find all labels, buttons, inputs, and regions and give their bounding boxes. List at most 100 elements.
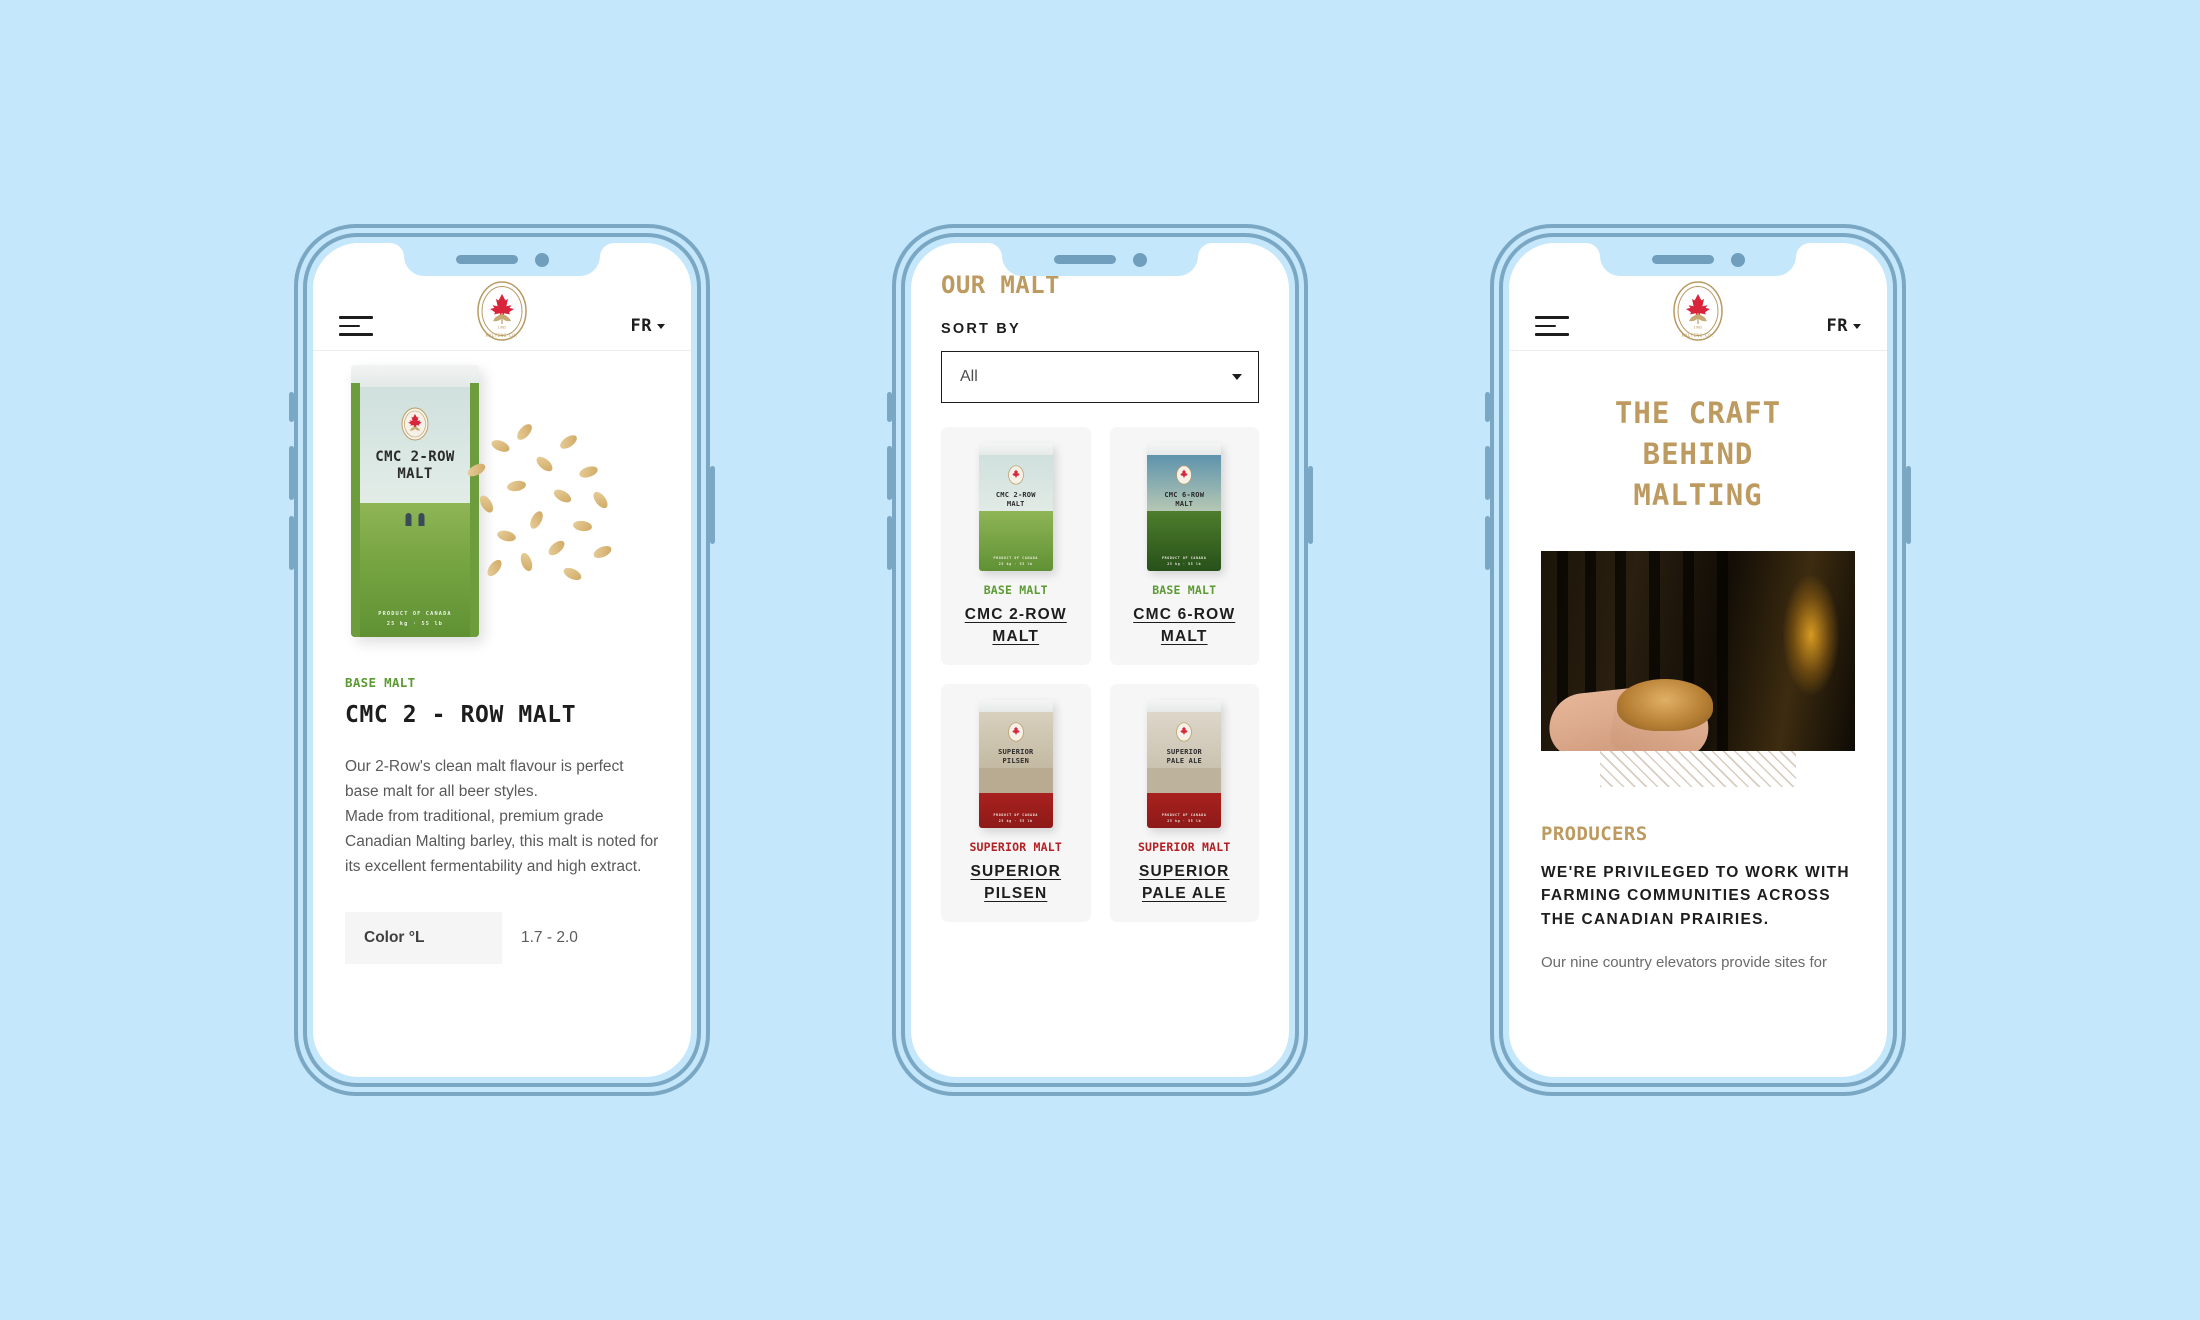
bag-origin-text: PRODUCT OF CANADA 25 kg · 55 lb <box>378 611 452 627</box>
hands-artwork <box>1545 635 1717 751</box>
product-card-image: SUPERIOR PILSEN PRODUCT OF CANADA 25 kg … <box>951 698 1081 830</box>
brand-crest-logo[interactable]: 1902 MALTING CO. <box>1670 280 1726 342</box>
screen-content: THE CRAFT BEHIND MALTING PRODUCERS WE'RE… <box>1509 351 1887 1077</box>
front-camera-icon <box>534 252 549 267</box>
front-camera-icon <box>1730 252 1745 267</box>
craft-page-body: THE CRAFT BEHIND MALTING <box>1509 351 1887 517</box>
barley-grains-artwork <box>463 421 623 603</box>
bag-left-gusset <box>351 383 360 637</box>
product-card-image: CMC 6-ROW MALT PRODUCT OF CANADA 25 kg ·… <box>1120 441 1250 573</box>
phone-notch <box>404 243 600 276</box>
svg-text:1902: 1902 <box>498 326 507 330</box>
spec-row-value: 1.7 - 2.0 <box>521 928 578 946</box>
bag-crest-icon <box>400 407 430 441</box>
producers-lead-text: WE'RE PRIVILEGED TO WORK WITH FARMING CO… <box>1541 863 1850 928</box>
volume-up-button[interactable] <box>289 446 294 500</box>
bag-origin-text: PRODUCT OF CANADA 25 kg · 55 lb <box>1161 812 1207 823</box>
mute-switch[interactable] <box>289 392 294 422</box>
bag-crest-icon <box>1007 722 1024 742</box>
product-card-name[interactable]: CMC 2-ROW MALT <box>951 604 1081 649</box>
sort-by-select[interactable]: All <box>941 351 1259 403</box>
producers-section-title: PRODUCERS <box>1541 822 1648 845</box>
earpiece-speaker-icon <box>455 255 518 264</box>
phone-screen: OUR MALT SORT BY All CMC 2-ROW MALT PROD… <box>911 243 1289 1077</box>
product-bag-thumbnail: SUPERIOR PALE ALE PRODUCT OF CANADA 25 k… <box>1147 699 1222 828</box>
product-category-label: BASE MALT <box>345 675 416 690</box>
grain-pile-artwork <box>1617 678 1713 731</box>
bag-farmers-artwork <box>405 513 425 526</box>
volume-down-button[interactable] <box>289 516 294 570</box>
bag-product-title: CMC 2-ROW MALT <box>375 449 455 483</box>
craft-hero-title: THE CRAFT BEHIND MALTING <box>1614 396 1782 513</box>
bag-crest-icon <box>1176 722 1193 742</box>
producers-section: PRODUCERS WE'RE PRIVILEGED TO WORK WITH … <box>1509 823 1887 976</box>
product-card[interactable]: SUPERIOR PALE ALE PRODUCT OF CANADA 25 k… <box>1109 683 1259 922</box>
bag-crest-icon <box>1007 465 1024 485</box>
language-label: FR <box>1826 316 1848 336</box>
bag-product-title: SUPERIOR PALE ALE <box>1166 747 1202 765</box>
chevron-down-icon <box>1853 323 1861 329</box>
svg-text:MALTING CO.: MALTING CO. <box>1682 333 1714 338</box>
language-selector[interactable]: FR <box>1827 316 1861 336</box>
svg-text:1902: 1902 <box>1694 326 1703 330</box>
sort-by-value: All <box>960 368 978 385</box>
volume-up-button[interactable] <box>1485 446 1490 500</box>
product-title: CMC 2 - ROW MALT <box>345 702 577 728</box>
mute-switch[interactable] <box>887 392 892 422</box>
product-grid: CMC 2-ROW MALT PRODUCT OF CANADA 25 kg ·… <box>941 427 1259 922</box>
chevron-down-icon <box>1232 374 1242 380</box>
phone-notch <box>1002 243 1198 276</box>
product-card-image: CMC 2-ROW MALT PRODUCT OF CANADA 25 kg ·… <box>951 441 1081 573</box>
volume-down-button[interactable] <box>887 516 892 570</box>
product-card-category: SUPERIOR MALT <box>969 839 1063 854</box>
phone-mockup-product-listing: OUR MALT SORT BY All CMC 2-ROW MALT PROD… <box>887 224 1313 1096</box>
language-selector[interactable]: FR <box>631 316 665 336</box>
product-card-category: SUPERIOR MALT <box>1137 839 1231 854</box>
product-card-name[interactable]: CMC 6-ROW MALT <box>1120 604 1250 649</box>
volume-down-button[interactable] <box>1485 516 1490 570</box>
product-card-category: BASE MALT <box>983 583 1048 597</box>
product-card-image: SUPERIOR PALE ALE PRODUCT OF CANADA 25 k… <box>1120 698 1250 830</box>
product-card-category: BASE MALT <box>1152 583 1217 597</box>
phone-screen: 1902 MALTING CO. FR CMC 2-ROW MALT PRODU… <box>313 243 691 1077</box>
product-card-name[interactable]: SUPERIOR PALE ALE <box>1120 861 1250 906</box>
phone-screen: 1902 MALTING CO. FR THE CRAFT BEHIND MAL… <box>1509 243 1887 1077</box>
bag-origin-text: PRODUCT OF CANADA 25 kg · 55 lb <box>993 555 1039 566</box>
bag-sky-artwork <box>351 387 479 505</box>
hamburger-menu-icon[interactable] <box>339 316 373 336</box>
screen-content: OUR MALT SORT BY All CMC 2-ROW MALT PROD… <box>911 243 1289 1077</box>
product-bag-thumbnail: CMC 6-ROW MALT PRODUCT OF CANADA 25 kg ·… <box>1147 443 1222 571</box>
sort-by-label: SORT BY <box>941 321 1021 337</box>
product-description: Our 2-Row's clean malt flavour is perfec… <box>345 758 659 876</box>
bag-product-title: CMC 6-ROW MALT <box>1164 491 1205 508</box>
craft-hero-photo <box>1541 550 1855 751</box>
brand-crest-logo[interactable]: 1902 MALTING CO. <box>474 280 530 342</box>
product-bag-image: CMC 2-ROW MALT PRODUCT OF CANADA 25 kg ·… <box>351 365 479 637</box>
power-button[interactable] <box>1308 466 1313 544</box>
product-card[interactable]: CMC 6-ROW MALT PRODUCT OF CANADA 25 kg ·… <box>1109 427 1259 665</box>
product-hero-image: CMC 2-ROW MALT PRODUCT OF CANADA 25 kg ·… <box>313 365 691 665</box>
earpiece-speaker-icon <box>1651 255 1714 264</box>
bag-product-title: SUPERIOR PILSEN <box>998 747 1034 765</box>
spec-row-key: Color °L <box>345 911 502 964</box>
phone-notch <box>1600 243 1796 276</box>
phone-mockup-stage: 1902 MALTING CO. FR CMC 2-ROW MALT PRODU… <box>0 0 2200 1320</box>
bag-origin-text: PRODUCT OF CANADA 25 kg · 55 lb <box>1161 555 1207 566</box>
hamburger-menu-icon[interactable] <box>1535 316 1569 336</box>
screen-content: CMC 2-ROW MALT PRODUCT OF CANADA 25 kg ·… <box>313 351 691 1077</box>
bag-crest-icon <box>1176 465 1193 485</box>
power-button[interactable] <box>710 466 715 544</box>
hatch-decoration <box>1600 750 1796 787</box>
volume-up-button[interactable] <box>887 446 892 500</box>
product-bag-thumbnail: CMC 2-ROW MALT PRODUCT OF CANADA 25 kg ·… <box>978 443 1053 571</box>
product-listing-body: OUR MALT SORT BY All CMC 2-ROW MALT PROD… <box>911 243 1289 922</box>
mute-switch[interactable] <box>1485 392 1490 422</box>
product-card-name[interactable]: SUPERIOR PILSEN <box>951 861 1081 906</box>
product-card[interactable]: SUPERIOR PILSEN PRODUCT OF CANADA 25 kg … <box>941 683 1091 922</box>
product-card[interactable]: CMC 2-ROW MALT PRODUCT OF CANADA 25 kg ·… <box>941 427 1091 665</box>
language-label: FR <box>630 316 652 336</box>
power-button[interactable] <box>1906 466 1911 544</box>
phone-mockup-craft-page: 1902 MALTING CO. FR THE CRAFT BEHIND MAL… <box>1485 224 1911 1096</box>
product-bag-thumbnail: SUPERIOR PILSEN PRODUCT OF CANADA 25 kg … <box>978 699 1053 828</box>
product-spec-table: Color °L 1.7 - 2.0 <box>345 911 659 964</box>
